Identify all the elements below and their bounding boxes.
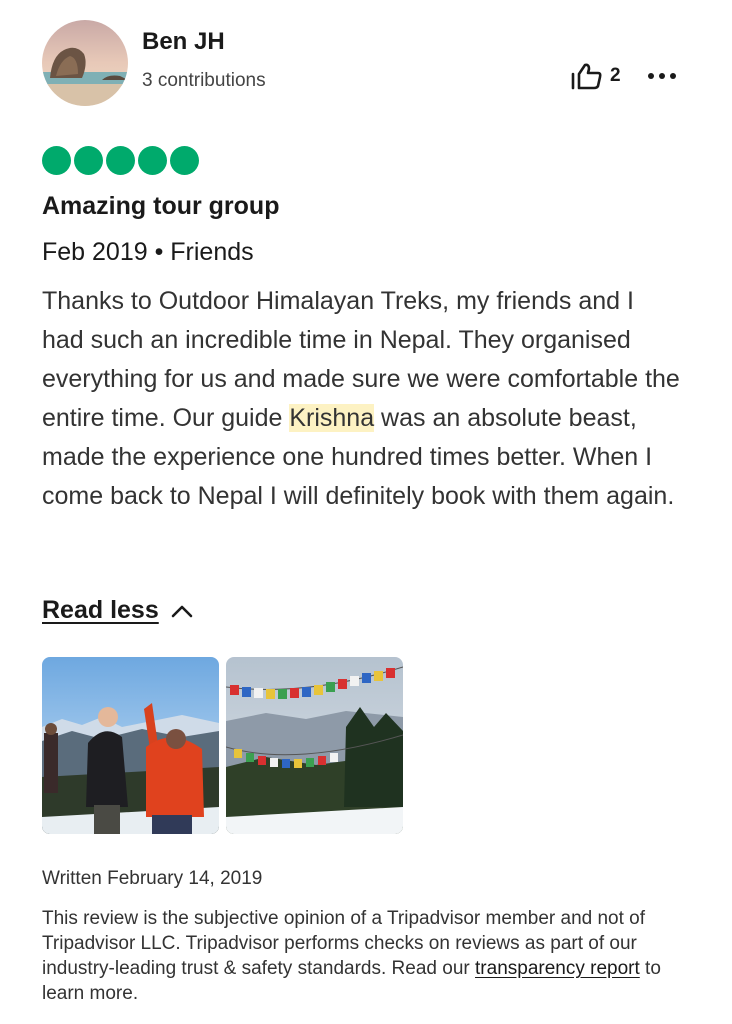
highlighted-keyword: Krishna	[289, 404, 375, 432]
chevron-up-icon	[171, 605, 193, 617]
read-less-label: Read less	[42, 596, 159, 624]
rating-bubble	[138, 146, 167, 175]
review-title: Amazing tour group	[42, 192, 280, 220]
transparency-report-link[interactable]: transparency report	[475, 958, 640, 979]
rating-bubble	[42, 146, 71, 175]
rating-bubble	[170, 146, 199, 175]
helpful-count: 2	[610, 65, 621, 86]
thumbs-up-icon	[571, 63, 602, 90]
written-date: Written February 14, 2019	[42, 868, 263, 889]
read-less-button[interactable]: Read less	[42, 596, 193, 625]
rating-bubble	[74, 146, 103, 175]
review-meta: Feb 2019 • Friends	[42, 238, 254, 266]
avatar[interactable]	[42, 20, 128, 106]
rating-bubbles	[42, 146, 199, 175]
review-photo-people[interactable]	[42, 657, 219, 834]
more-options-button[interactable]	[648, 64, 678, 88]
avatar-image	[42, 20, 128, 106]
author-name[interactable]: Ben JH	[142, 28, 225, 56]
review-disclaimer: This review is the subjective opinion of…	[42, 906, 692, 1006]
review-photo-prayer-flags[interactable]	[226, 657, 403, 834]
review-body: Thanks to Outdoor Himalayan Treks, my fr…	[42, 282, 682, 516]
contribution-count: 3 contributions	[142, 70, 266, 91]
helpful-vote-button[interactable]: 2	[570, 62, 621, 90]
rating-bubble	[106, 146, 135, 175]
review-header: Ben JH 3 contributions 2	[42, 20, 692, 110]
